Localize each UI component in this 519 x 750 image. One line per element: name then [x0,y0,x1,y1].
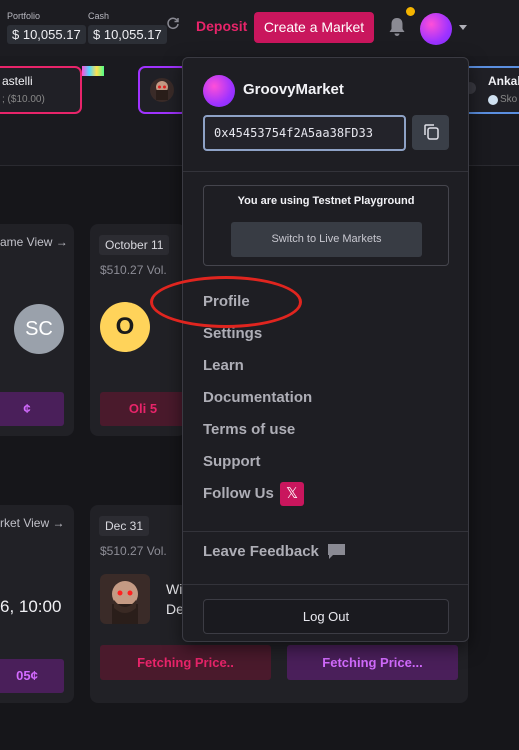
featured-market-name: astelli [2,74,33,88]
username: GroovyMarket [243,81,344,98]
leave-feedback-button[interactable]: Leave Feedback [203,543,319,560]
avatar: SC [14,304,64,354]
no-price-button[interactable]: Fetching Price.. [100,645,271,680]
menu-item-support[interactable]: Support [203,453,261,470]
market-card[interactable]: rket View → 6, 10:00 05¢ [0,505,74,703]
menu-item-documentation[interactable]: Documentation [203,389,312,406]
notification-dot [406,7,415,16]
volume-text: $510.27 Vol. [100,544,167,558]
date-badge: Dec 31 [99,516,150,536]
divider [183,584,468,585]
menu-item-learn[interactable]: Learn [203,357,244,374]
highlight-ellipse [150,276,302,328]
wallet-address-field[interactable]: 0x45453754f2A5aa38FD33 [203,115,406,151]
refresh-icon[interactable] [166,16,180,30]
market-image [100,574,150,624]
market-view-link[interactable]: rket View → [0,516,64,530]
account-dropdown: GroovyMarket 0x45453754f2A5aa38FD33 You … [182,57,469,642]
create-market-button[interactable]: Create a Market [254,12,374,43]
logout-button[interactable]: Log Out [203,599,449,634]
avatar [150,78,174,102]
featured-market-card[interactable]: astelli ; ($10.00) [0,66,82,114]
buy-button[interactable]: 05¢ [0,659,64,693]
game-view-link[interactable]: ame View → [0,235,68,249]
chevron-down-icon[interactable] [459,25,467,30]
testnet-notice: You are using Testnet Playground [237,195,415,207]
menu-item-follow-us: Follow Us [203,485,274,502]
volume-text: $510.27 Vol. [100,263,167,277]
featured-market-card[interactable] [138,66,188,114]
portfolio-label: Portfolio [7,11,41,21]
copy-icon [424,124,439,140]
time-text: 6, 10:00 [0,597,62,616]
market-title-text: Wi [166,581,183,597]
buy-button[interactable]: Oli 5 [100,392,186,426]
top-bar: Portfolio $ 10,055.17 Cash $ 10,055.17 D… [0,0,519,56]
date-badge: October 11 [99,235,170,255]
rainbow-graphic [82,66,104,76]
yes-price-button[interactable]: Fetching Price... [287,645,458,680]
chat-bubble-icon[interactable] [327,543,346,560]
buy-button[interactable]: ¢ [0,392,64,426]
featured-market-sub: Sko [500,94,518,105]
market-card[interactable]: ame View → SC ¢ [0,224,74,436]
featured-market-price: ; ($10.00) [2,94,45,105]
x-logo-icon[interactable]: 𝕏 [280,482,304,506]
market-card[interactable]: October 11 $510.27 Vol. O Oli 5 [90,224,186,436]
avatar [203,75,235,107]
avatar[interactable] [420,13,452,45]
globe-icon [488,95,498,105]
menu-item-terms[interactable]: Terms of use [203,421,295,438]
copy-address-button[interactable] [412,115,449,150]
cash-value[interactable]: $ 10,055.17 [88,25,167,44]
divider [183,531,468,532]
avatar: O [100,302,150,352]
portfolio-value[interactable]: $ 10,055.17 [7,25,86,44]
testnet-notice-box: You are using Testnet Playground Switch … [203,185,449,266]
divider [183,171,468,172]
deposit-link[interactable]: Deposit [196,18,247,34]
cash-label: Cash [88,11,110,21]
switch-to-live-button[interactable]: Switch to Live Markets [231,222,422,257]
featured-market-name: Ankala [488,74,519,88]
bell-icon[interactable] [388,17,406,37]
